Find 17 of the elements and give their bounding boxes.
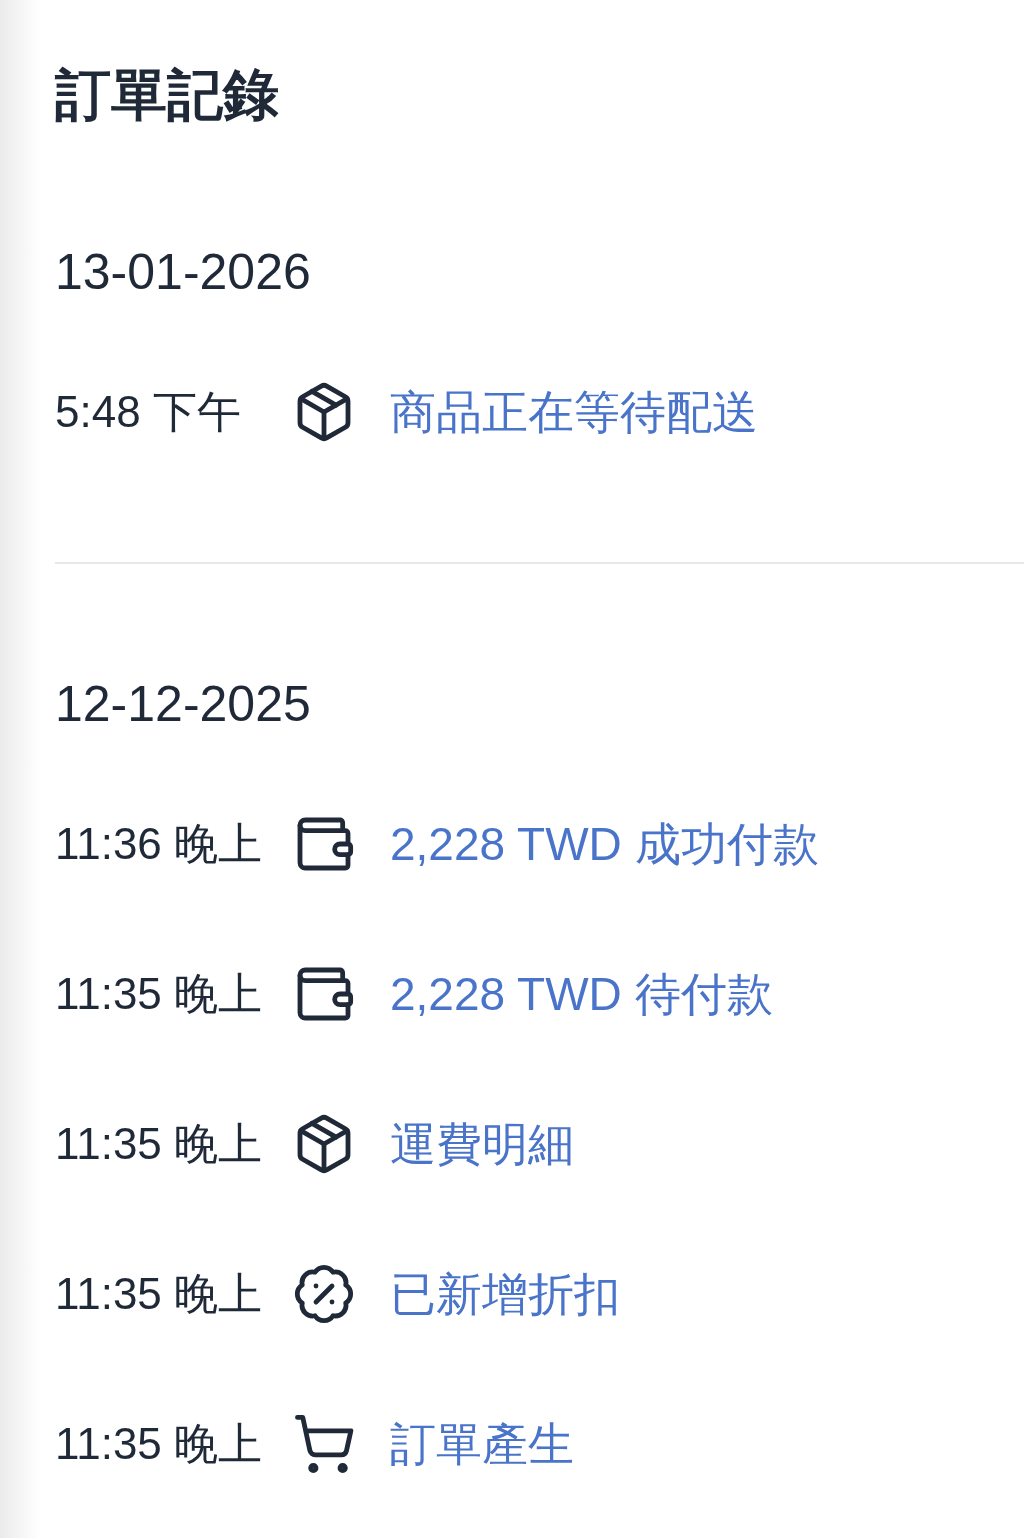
event-link[interactable]: 2,228 TWD 待付款 <box>390 959 773 1029</box>
date-heading: 13-01-2026 <box>55 243 311 302</box>
date-heading: 12-12-2025 <box>55 675 311 734</box>
page-title: 訂單記錄 <box>55 63 279 127</box>
event-link[interactable]: 已新增折扣 <box>390 1259 620 1329</box>
percent-badge-icon <box>292 1262 356 1326</box>
event-time: 11:35 晚上 <box>55 1118 264 1170</box>
event-time: 11:35 晚上 <box>55 1268 264 1320</box>
event-link[interactable]: 運費明細 <box>390 1109 574 1179</box>
event-time: 5:48 下午 <box>55 386 242 438</box>
cart-icon <box>292 1412 356 1476</box>
event-time: 11:36 晚上 <box>55 818 264 870</box>
event-link[interactable]: 2,228 TWD 成功付款 <box>390 809 819 879</box>
event-link[interactable]: 商品正在等待配送 <box>390 377 758 447</box>
event-time: 11:35 晚上 <box>55 968 264 1020</box>
event-time: 11:35 晚上 <box>55 1418 264 1470</box>
event-link[interactable]: 訂單產生 <box>390 1409 574 1479</box>
